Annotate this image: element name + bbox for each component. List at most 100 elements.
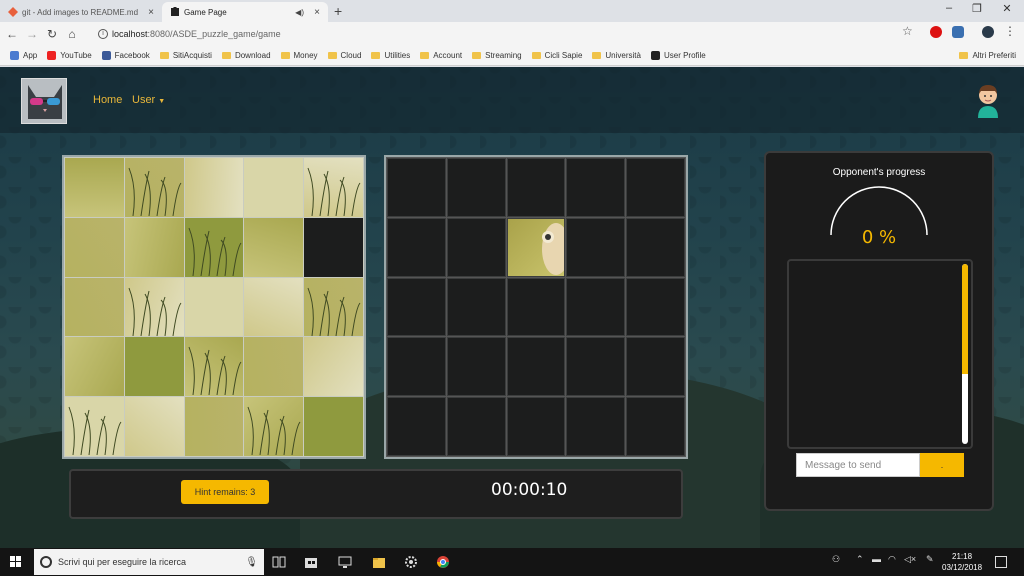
puzzle-piece[interactable] [184, 158, 244, 217]
address-bar[interactable]: i localhost:8080/ASDE_puzzle_game/game [98, 25, 918, 43]
empty-piece-slot[interactable] [304, 217, 363, 277]
cat-logo[interactable] [21, 78, 67, 124]
puzzle-piece[interactable] [124, 277, 184, 337]
settings-gear-icon[interactable] [404, 555, 418, 569]
puzzle-piece[interactable] [184, 337, 244, 397]
tab-game-page[interactable]: Game Page ◀) × [162, 2, 328, 22]
store-icon[interactable] [304, 555, 318, 569]
empty-board-slot[interactable] [626, 277, 685, 337]
empty-board-slot[interactable] [387, 277, 446, 337]
puzzle-piece[interactable] [244, 277, 304, 337]
empty-board-slot[interactable] [566, 277, 626, 337]
monitor-icon[interactable] [338, 555, 352, 569]
close-window-icon[interactable]: ✕ [1000, 2, 1014, 15]
bookmark-star-icon[interactable]: ☆ [902, 24, 913, 38]
hint-button[interactable]: Hint remains: 3 [181, 480, 269, 504]
puzzle-piece[interactable] [184, 217, 244, 277]
bookmark-download[interactable]: Download [221, 51, 271, 60]
bookmark-utilities[interactable]: Utilities [371, 51, 410, 60]
back-icon[interactable]: ← [4, 27, 20, 41]
minimize-icon[interactable]: – [942, 2, 956, 14]
puzzle-piece[interactable] [244, 217, 304, 277]
new-tab-icon[interactable]: + [334, 3, 342, 19]
close-tab-icon[interactable]: × [146, 7, 156, 18]
empty-board-slot[interactable] [506, 337, 566, 397]
bookmark-facebook[interactable]: Facebook [101, 51, 150, 60]
scrollbar-thumb[interactable] [962, 264, 968, 374]
empty-board-slot[interactable] [387, 158, 446, 217]
empty-board-slot[interactable] [626, 217, 685, 277]
notifications-icon[interactable] [995, 556, 1007, 568]
empty-board-slot[interactable] [566, 217, 626, 277]
puzzle-piece[interactable] [124, 158, 184, 217]
puzzle-piece[interactable] [124, 397, 184, 456]
bookmark-streaming[interactable]: Streaming [472, 51, 522, 60]
forward-icon[interactable]: → [24, 27, 40, 41]
puzzle-piece[interactable] [244, 337, 304, 397]
puzzle-piece[interactable] [65, 397, 124, 456]
empty-board-slot[interactable] [387, 217, 446, 277]
empty-board-slot[interactable] [626, 158, 685, 217]
microphone-icon[interactable]: 🎙 [245, 557, 258, 568]
empty-board-slot[interactable] [506, 277, 566, 337]
bookmark-universita[interactable]: Università [592, 51, 641, 60]
battery-icon[interactable]: ▬ [872, 554, 881, 564]
puzzle-piece[interactable] [65, 158, 124, 217]
nav-home-link[interactable]: Home [93, 94, 122, 106]
placed-puzzle-piece[interactable] [506, 217, 566, 277]
puzzle-piece[interactable] [184, 277, 244, 337]
puzzle-piece[interactable] [65, 277, 124, 337]
message-input[interactable] [796, 453, 920, 477]
puzzle-piece[interactable] [124, 217, 184, 277]
empty-board-slot[interactable] [566, 158, 626, 217]
chrome-icon[interactable] [436, 555, 450, 569]
restore-icon[interactable]: ❐ [970, 2, 984, 15]
bookmark-cloud[interactable]: Cloud [327, 51, 361, 60]
bookmark-money[interactable]: Money [280, 51, 318, 60]
bookmark-siti-acquisti[interactable]: SitiAcquisti [159, 51, 212, 60]
empty-board-slot[interactable] [506, 158, 566, 217]
bookmark-other[interactable]: Altri Preferiti [959, 51, 1016, 60]
puzzle-piece[interactable] [65, 337, 124, 397]
bookmark-app[interactable]: App [10, 51, 37, 60]
puzzle-piece[interactable] [304, 158, 363, 217]
puzzle-piece[interactable] [244, 158, 304, 217]
empty-board-slot[interactable] [446, 277, 506, 337]
speaker-icon[interactable]: ◀) [295, 8, 304, 17]
taskbar-search[interactable]: Scrivi qui per eseguire la ricerca 🎙 [34, 549, 264, 575]
wifi-icon[interactable]: ◠ [888, 554, 896, 565]
people-icon[interactable]: ⚇ [832, 554, 840, 565]
file-explorer-icon[interactable] [372, 555, 386, 569]
empty-board-slot[interactable] [506, 397, 566, 456]
windows-start-icon[interactable] [0, 548, 32, 576]
nav-user-dropdown[interactable]: User ▼ [132, 94, 165, 106]
bookmark-user-profile[interactable]: User Profile [650, 51, 706, 60]
chat-scrollbar[interactable] [962, 264, 968, 444]
close-tab-icon[interactable]: × [312, 7, 322, 18]
empty-board-slot[interactable] [446, 217, 506, 277]
puzzle-piece[interactable] [304, 397, 363, 456]
chevron-up-icon[interactable]: ⌃ [856, 554, 864, 565]
home-icon[interactable]: ⌂ [64, 27, 80, 41]
puzzle-piece[interactable] [304, 277, 363, 337]
bookmark-account[interactable]: Account [420, 51, 462, 60]
empty-board-slot[interactable] [387, 337, 446, 397]
empty-board-slot[interactable] [626, 337, 685, 397]
puzzle-piece[interactable] [124, 337, 184, 397]
send-button[interactable]: . [920, 453, 964, 477]
profile-icon[interactable] [982, 26, 994, 38]
empty-board-slot[interactable] [566, 337, 626, 397]
puzzle-piece[interactable] [184, 397, 244, 456]
pen-icon[interactable]: ✎ [926, 554, 934, 565]
bookmark-youtube[interactable]: YouTube [47, 51, 92, 60]
reload-icon[interactable]: ↻ [44, 27, 60, 41]
empty-board-slot[interactable] [446, 158, 506, 217]
empty-board-slot[interactable] [566, 397, 626, 456]
bookmark-cicli-sapie[interactable]: Cicli Sapie [531, 51, 582, 60]
empty-board-slot[interactable] [446, 397, 506, 456]
volume-icon[interactable]: ◁× [904, 554, 916, 565]
info-icon[interactable]: i [98, 29, 108, 39]
extension-icon[interactable] [952, 26, 964, 38]
puzzle-piece[interactable] [304, 337, 363, 397]
adblock-icon[interactable] [930, 26, 942, 38]
